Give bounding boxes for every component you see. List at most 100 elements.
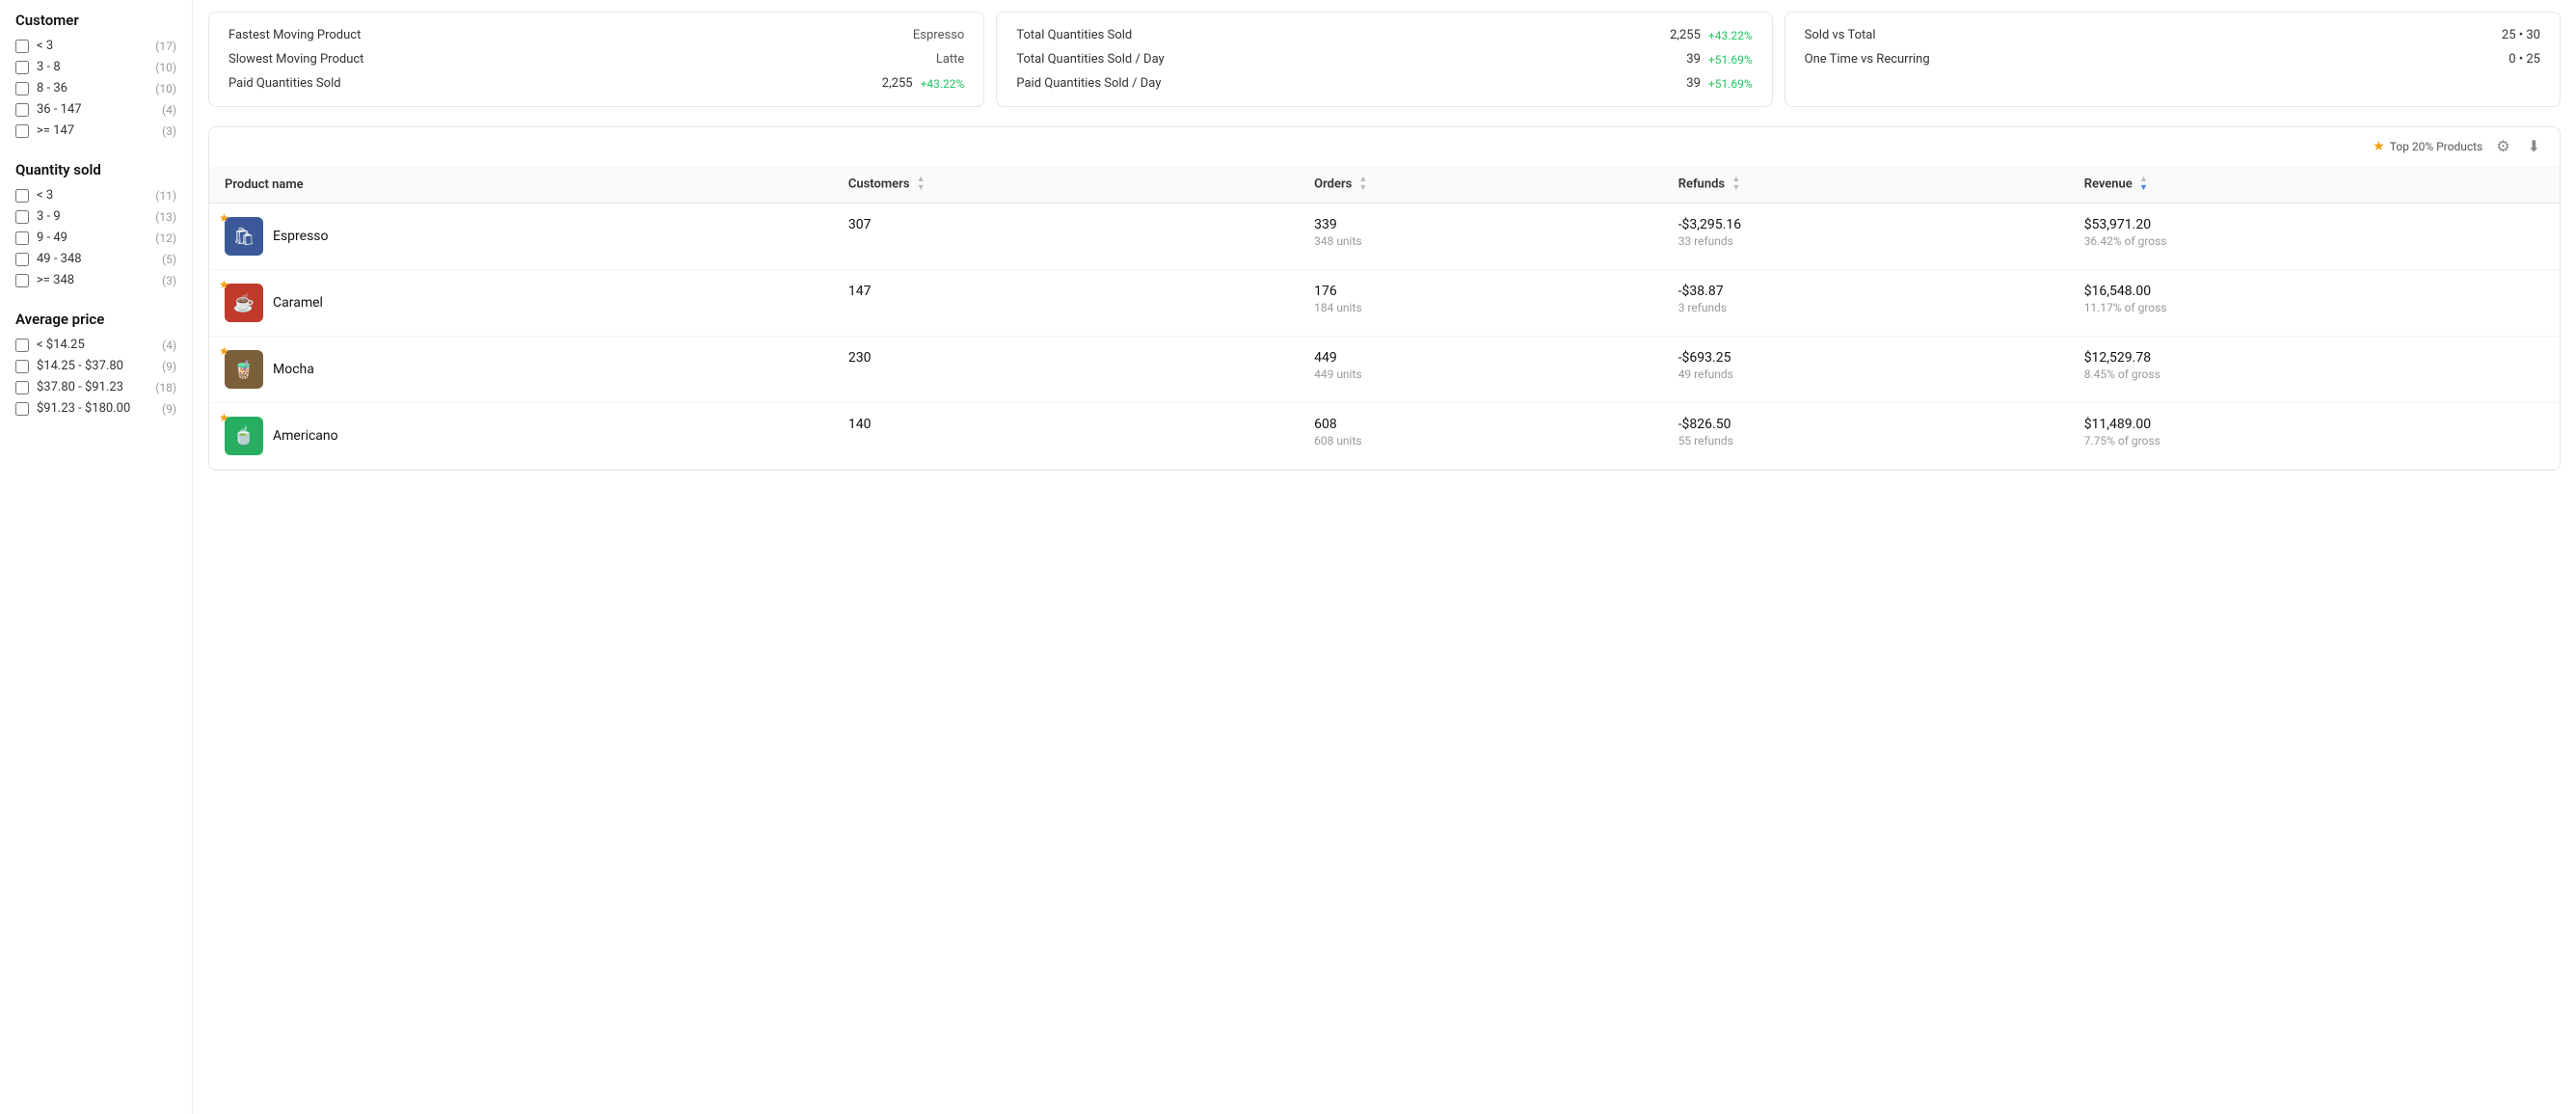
filter-item: $37.80 - $91.23 (18) [15,380,176,394]
filter-count: (3) [162,274,176,287]
main-content: Fastest Moving Product Espresso Slowest … [193,0,2576,1114]
sold-vs-total-row: Sold vs Total 25 • 30 [1805,28,2540,42]
product-image: ★ 🛍 [225,217,263,256]
table-toolbar: ★ Top 20% Products ⚙ ⬇ [209,127,2560,166]
filter-checkbox[interactable] [15,210,29,224]
customer-filter-group: Customer < 3 (17) 3 - 8 (10) 8 - 36 (10)… [15,12,176,138]
customers-cell: 307 [833,204,1299,270]
fastest-moving-row: Fastest Moving Product Espresso [228,28,964,42]
filter-label: 49 - 348 [37,252,82,266]
col-customers[interactable]: Customers ▲▼ [833,166,1299,204]
revenue-amount: $11,489.00 [2084,417,2544,432]
orders-count: 176 [1314,284,1648,299]
product-name: Mocha [273,362,314,377]
download-button[interactable]: ⬇ [2524,135,2544,158]
quantity-sold-filter-title: Quantity sold [15,161,176,178]
product-name: Caramel [273,295,323,311]
star-icon: ★ [2373,139,2385,154]
revenue-pct: 7.75% of gross [2084,434,2544,448]
filter-checkbox[interactable] [15,124,29,138]
filter-checkbox[interactable] [15,82,29,95]
orders-count: 608 [1314,417,1648,432]
filter-checkbox[interactable] [15,103,29,117]
product-image: ★ 🧋 [225,350,263,389]
customers-value: 307 [848,217,872,232]
table-row: ★ ☕ Caramel 147 176 184 units -$38.87 3 … [209,270,2560,337]
refunds-count: 49 refunds [1678,367,2053,381]
products-table-section: ★ Top 20% Products ⚙ ⬇ Product name Cust… [208,126,2561,471]
filter-checkbox[interactable] [15,40,29,53]
col-revenue[interactable]: Revenue ▲▼ [2069,166,2560,204]
orders-units: 184 units [1314,301,1648,314]
filter-count: (10) [155,82,176,95]
filter-checkbox[interactable] [15,381,29,394]
stat-card-1: Fastest Moving Product Espresso Slowest … [208,12,984,107]
col-refunds[interactable]: Refunds ▲▼ [1663,166,2069,204]
filter-count: (4) [162,339,176,352]
refunds-count: 55 refunds [1678,434,2053,448]
col-orders[interactable]: Orders ▲▼ [1299,166,1663,204]
product-star-icon: ★ [219,211,229,225]
refunds-cell: -$693.25 49 refunds [1663,337,2069,403]
slowest-moving-row: Slowest Moving Product Latte [228,52,964,67]
sidebar: Customer < 3 (17) 3 - 8 (10) 8 - 36 (10)… [0,0,193,1114]
filter-count: (9) [162,360,176,373]
filter-checkbox[interactable] [15,402,29,416]
orders-cell: 608 608 units [1299,403,1663,470]
revenue-cell: $11,489.00 7.75% of gross [2069,403,2560,470]
filter-count: (5) [162,253,176,266]
revenue-cell: $16,548.00 11.17% of gross [2069,270,2560,337]
revenue-cell: $12,529.78 8.45% of gross [2069,337,2560,403]
onetime-vs-recurring-row: One Time vs Recurring 0 • 25 [1805,52,2540,67]
refunds-cell: -$826.50 55 refunds [1663,403,2069,470]
refunds-amount: -$3,295.16 [1678,217,2053,232]
filter-item: >= 348 (3) [15,273,176,287]
filter-count: (13) [155,210,176,224]
filter-item: < $14.25 (4) [15,338,176,352]
product-name-cell: ★ 🛍 Espresso [209,204,833,270]
product-name-cell: ★ ☕ Caramel [209,270,833,337]
col-product-name[interactable]: Product name [209,166,833,204]
filter-label: 3 - 8 [37,60,61,74]
filter-checkbox[interactable] [15,274,29,287]
filter-label: 8 - 36 [37,81,67,95]
customers-value: 147 [848,284,872,299]
filter-item: $14.25 - $37.80 (9) [15,359,176,373]
customers-cell: 140 [833,403,1299,470]
filter-checkbox[interactable] [15,360,29,373]
filter-item: < 3 (17) [15,39,176,53]
table-row: ★ 🍵 Americano 140 608 608 units -$826.50… [209,403,2560,470]
product-image: ★ ☕ [225,284,263,322]
revenue-amount: $12,529.78 [2084,350,2544,366]
filter-checkbox[interactable] [15,61,29,74]
orders-units: 608 units [1314,434,1648,448]
filter-checkbox[interactable] [15,339,29,352]
orders-cell: 176 184 units [1299,270,1663,337]
product-image: ★ 🍵 [225,417,263,455]
refunds-cell: -$38.87 3 refunds [1663,270,2069,337]
filter-item: $91.23 - $180.00 (9) [15,401,176,416]
table-row: ★ 🛍 Espresso 307 339 348 units -$3,295.1… [209,204,2560,270]
total-qty-sold-row: Total Quantities Sold 2,255 +43.22% [1016,28,1752,42]
filter-item: 3 - 8 (10) [15,60,176,74]
paid-qty-row: Paid Quantities Sold 2,255 +43.22% [228,76,964,91]
product-star-icon: ★ [219,411,229,424]
filter-label: 3 - 9 [37,209,61,224]
product-star-icon: ★ [219,344,229,358]
filter-checkbox[interactable] [15,231,29,245]
filter-label: $91.23 - $180.00 [37,401,130,416]
filter-label: 36 - 147 [37,102,82,117]
settings-button[interactable]: ⚙ [2492,135,2513,158]
filter-count: (4) [162,103,176,117]
revenue-pct: 8.45% of gross [2084,367,2544,381]
top20-badge: ★ Top 20% Products [2373,139,2482,154]
filter-label: $37.80 - $91.23 [37,380,123,394]
filter-count: (3) [162,124,176,138]
filter-count: (9) [162,402,176,416]
filter-checkbox[interactable] [15,189,29,203]
orders-cell: 339 348 units [1299,204,1663,270]
filter-checkbox[interactable] [15,253,29,266]
refunds-cell: -$3,295.16 33 refunds [1663,204,2069,270]
filter-label: < 3 [37,39,53,53]
paid-qty-day-row: Paid Quantities Sold / Day 39 +51.69% [1016,76,1752,91]
